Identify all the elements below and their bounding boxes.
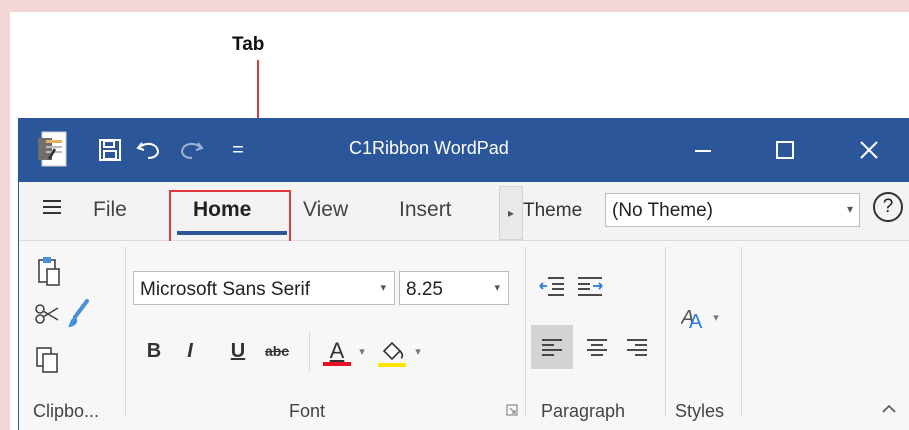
collapse-ribbon-icon[interactable] — [877, 399, 901, 419]
paste-icon[interactable] — [33, 253, 65, 289]
theme-label: Theme — [523, 200, 583, 221]
cut-icon[interactable] — [33, 299, 61, 329]
bold-button[interactable]: B — [139, 335, 169, 367]
font-size-select[interactable]: 8.25 ▾ — [399, 271, 509, 305]
save-icon[interactable] — [93, 130, 127, 170]
help-button[interactable]: ? — [873, 192, 903, 222]
group-divider — [665, 247, 666, 417]
highlight-color-swatch — [378, 363, 406, 367]
maximize-button[interactable] — [757, 128, 813, 172]
paragraph-group-label: Paragraph — [541, 401, 626, 421]
tab-insert[interactable]: Insert — [399, 198, 452, 222]
window-title: C1Ribbon WordPad — [349, 138, 509, 158]
chevron-down-icon: ▾ — [713, 311, 719, 324]
font-size-value: 8.25 — [406, 279, 443, 300]
group-divider — [525, 247, 526, 417]
chevron-down-icon: ▾ — [380, 282, 386, 294]
app-icon[interactable] — [33, 130, 73, 170]
group-divider — [125, 247, 126, 417]
strikethrough-button[interactable]: abc — [257, 335, 297, 367]
decrease-indent-icon[interactable] — [535, 271, 569, 301]
copy-icon[interactable] — [33, 345, 61, 375]
underline-button[interactable]: U — [223, 335, 253, 367]
chevron-down-icon: ▾ — [846, 202, 853, 216]
ribbon-tab-bar: File Home View Insert ▸ Theme (No Theme)… — [19, 182, 909, 248]
theme-select[interactable]: (No Theme) ▾ — [605, 193, 860, 227]
active-tab-indicator — [177, 231, 287, 235]
align-left-button[interactable] — [531, 325, 573, 369]
styles-icon: AA — [681, 307, 703, 332]
font-color-label: A — [329, 338, 345, 363]
clipboard-group-label: Clipbo... — [33, 401, 100, 421]
hamburger-icon[interactable] — [41, 196, 65, 223]
ribbon-panel: Clipbo... Microsoft Sans Serif ▾ 8.25 ▾ … — [19, 241, 909, 430]
font-name-value: Microsoft Sans Serif — [140, 279, 310, 300]
font-name-select[interactable]: Microsoft Sans Serif ▾ — [133, 271, 395, 305]
group-divider — [741, 247, 742, 417]
italic-button[interactable]: I — [175, 335, 205, 367]
annotation-label: Tab — [232, 34, 265, 55]
chevron-down-icon[interactable]: ▾ — [355, 341, 369, 361]
paint-bucket-icon — [382, 341, 404, 361]
svg-text:A: A — [689, 311, 703, 332]
wordpad-window: = C1Ribbon WordPad File Home View Insert… — [18, 118, 909, 430]
font-color-swatch — [323, 362, 351, 366]
align-right-button[interactable] — [619, 325, 655, 369]
minimize-button[interactable] — [675, 128, 731, 172]
chevron-down-icon: ▾ — [494, 282, 500, 294]
highlight-color-button[interactable] — [375, 335, 409, 371]
close-button[interactable] — [841, 128, 897, 172]
align-center-button[interactable] — [579, 325, 615, 369]
font-group-label: Font — [289, 401, 326, 421]
format-divider — [309, 331, 310, 371]
styles-group-label: Styles — [675, 401, 725, 421]
redo-icon[interactable] — [175, 130, 207, 170]
font-color-button[interactable]: A — [321, 335, 353, 369]
styles-gallery-button[interactable]: AA ▾ — [675, 297, 725, 337]
undo-icon[interactable] — [133, 130, 165, 170]
title-bar: = C1Ribbon WordPad — [19, 118, 909, 182]
customize-quick-access-button[interactable]: = — [223, 130, 253, 170]
theme-value: (No Theme) — [612, 200, 714, 221]
chevron-down-icon[interactable]: ▾ — [411, 341, 425, 361]
tab-home[interactable]: Home — [193, 198, 251, 222]
tab-view[interactable]: View — [303, 198, 348, 222]
dialog-launcher-icon[interactable] — [505, 403, 519, 417]
tab-file[interactable]: File — [93, 198, 127, 222]
tab-scroll-right-button[interactable]: ▸ — [499, 186, 523, 240]
format-painter-icon[interactable] — [65, 297, 93, 331]
increase-indent-icon[interactable] — [573, 271, 607, 301]
